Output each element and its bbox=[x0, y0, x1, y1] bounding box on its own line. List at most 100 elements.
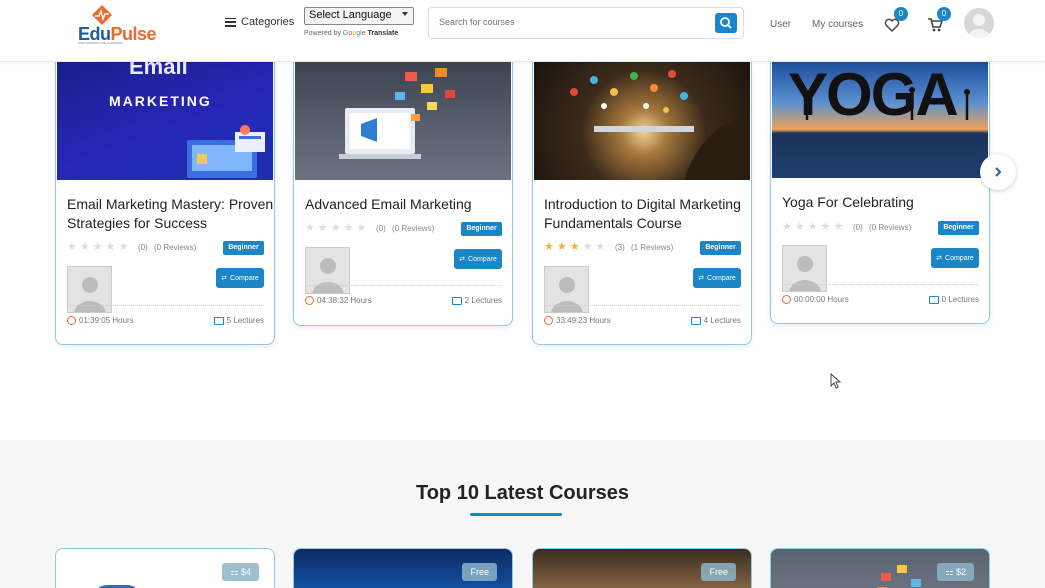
user-avatar[interactable] bbox=[964, 8, 994, 38]
course-title-line: Strategies for Success bbox=[67, 215, 208, 231]
lectures-text: 2 Lectures bbox=[464, 296, 502, 305]
translate-text: Translate bbox=[367, 30, 399, 37]
categories-menu[interactable]: Categories bbox=[225, 16, 294, 28]
clock-icon bbox=[782, 295, 791, 304]
compare-button[interactable]: ⇄ Compare bbox=[454, 249, 502, 269]
search-button[interactable] bbox=[715, 13, 737, 33]
avatar-silhouette-icon bbox=[74, 277, 106, 312]
star-empty-icon: ★ bbox=[595, 241, 606, 253]
compare-button[interactable]: ⇄ Compare bbox=[931, 248, 979, 268]
star-empty-icon: ★ bbox=[330, 222, 341, 234]
carousel-next-button[interactable] bbox=[980, 154, 1016, 190]
price-tag: ⚏ $4 bbox=[222, 563, 259, 581]
duration-text: 33:49:23 Hours bbox=[556, 316, 611, 325]
yoga-silhouettes-icon bbox=[772, 87, 988, 178]
course-title[interactable]: Email Marketing Mastery: Proven Strategi… bbox=[67, 195, 273, 233]
price-tag: Free bbox=[462, 563, 497, 581]
compare-label: Compare bbox=[468, 255, 497, 263]
section-title: Top 10 Latest Courses bbox=[415, 482, 630, 504]
course-thumbnail[interactable] bbox=[295, 62, 511, 180]
my-courses-link[interactable]: My courses bbox=[812, 19, 863, 30]
lectures-text: 4 Lectures bbox=[703, 316, 741, 325]
rating-count: (0) bbox=[376, 224, 386, 233]
course-title-line: Fundamentals Course bbox=[544, 215, 682, 231]
latest-course-card[interactable]: Free bbox=[532, 548, 752, 588]
compare-icon: ⇄ bbox=[221, 275, 228, 282]
reviews-count: (1 Reviews) bbox=[631, 243, 674, 252]
course-card[interactable]: YOGA Yoga For Celebrating ★ ★ ★ ★ ★ (0) (0 R… bbox=[770, 62, 990, 324]
title-underline bbox=[470, 513, 562, 516]
chevron-down-icon bbox=[402, 12, 408, 16]
course-thumbnail[interactable]: YOGA bbox=[772, 62, 988, 178]
duration-text: 01:39:05 Hours bbox=[79, 316, 134, 325]
course-duration: 00:00:00 Hours bbox=[782, 295, 849, 304]
reviews-count: (0 Reviews) bbox=[869, 223, 912, 232]
latest-course-card[interactable]: ⚏ $2 bbox=[770, 548, 990, 588]
star-empty-icon: ★ bbox=[807, 221, 818, 233]
compare-button[interactable]: ⇄ Compare bbox=[216, 268, 264, 288]
lectures-icon bbox=[928, 295, 939, 304]
duration-text: 00:00:00 Hours bbox=[794, 295, 849, 304]
email-illustration-icon bbox=[187, 125, 265, 178]
course-title[interactable]: Yoga For Celebrating bbox=[782, 193, 914, 212]
course-card[interactable]: Advanced Email Marketing ★ ★ ★ ★ ★ (0) (0 Re… bbox=[293, 62, 513, 326]
course-title-line: Advanced Email Marketing bbox=[305, 196, 472, 212]
compare-icon: ⇄ bbox=[936, 255, 943, 262]
language-select[interactable]: Select Language bbox=[304, 7, 414, 25]
course-thumbnail[interactable]: Email MARKETING bbox=[57, 62, 273, 180]
course-title-line: Yoga For Celebrating bbox=[782, 194, 914, 210]
price-tag: Free bbox=[701, 563, 736, 581]
course-thumbnail[interactable] bbox=[534, 62, 750, 180]
edupulse-logo[interactable]: EduPulse EMPOWERING THE LEARNERS bbox=[77, 5, 157, 45]
course-duration: 04:38:32 Hours bbox=[305, 296, 372, 305]
price-tag-icon: ⚏ bbox=[945, 567, 956, 577]
search-icon bbox=[720, 17, 732, 29]
level-badge: Beginner bbox=[461, 222, 502, 236]
lectures-text: 5 Lectures bbox=[226, 316, 264, 325]
star-empty-icon: ★ bbox=[118, 241, 129, 253]
cart-button[interactable]: 0 bbox=[927, 7, 951, 33]
course-lectures: 4 Lectures bbox=[690, 316, 741, 325]
reviews-count: (0 Reviews) bbox=[154, 243, 197, 252]
course-duration: 01:39:05 Hours bbox=[67, 316, 134, 325]
compare-label: Compare bbox=[707, 274, 736, 282]
level-badge: Beginner bbox=[223, 241, 264, 255]
level-badge: Beginner bbox=[700, 241, 741, 255]
course-card[interactable]: Email MARKETING Email Marketing Mastery:… bbox=[55, 62, 275, 345]
course-title[interactable]: Introduction to Digital Marketing Fundam… bbox=[544, 195, 741, 233]
price-text: $4 bbox=[240, 567, 251, 577]
price-tag-icon: ⚏ bbox=[230, 567, 241, 577]
duration-text: 04:38:32 Hours bbox=[317, 296, 372, 305]
level-badge: Beginner bbox=[938, 221, 979, 235]
star-empty-icon: ★ bbox=[305, 222, 315, 234]
compare-icon: ⇄ bbox=[459, 256, 466, 263]
star-empty-icon: ★ bbox=[356, 222, 367, 234]
avatar-silhouette-icon bbox=[789, 256, 821, 291]
wishlist-button[interactable]: 0 bbox=[884, 7, 908, 33]
compare-button[interactable]: ⇄ Compare bbox=[693, 268, 741, 288]
latest-course-card[interactable]: ⚏ $4 bbox=[55, 548, 275, 588]
star-empty-icon: ★ bbox=[820, 221, 831, 233]
latest-course-card[interactable]: Free bbox=[293, 548, 513, 588]
site-header: EduPulse EMPOWERING THE LEARNERS Categor… bbox=[0, 0, 1045, 62]
divider bbox=[67, 305, 264, 306]
search-input[interactable] bbox=[439, 17, 699, 27]
course-duration: 33:49:23 Hours bbox=[544, 316, 611, 325]
search-box bbox=[428, 7, 744, 39]
course-lectures: 2 Lectures bbox=[451, 296, 502, 305]
course-title[interactable]: Advanced Email Marketing bbox=[305, 195, 472, 214]
google-wordmark: Google bbox=[342, 30, 366, 37]
google-translate-credit: Powered by Google Translate bbox=[304, 30, 398, 37]
instructor-avatar[interactable] bbox=[305, 247, 350, 294]
course-card[interactable]: Introduction to Digital Marketing Fundam… bbox=[532, 62, 752, 345]
cart-count-badge: 0 bbox=[937, 7, 951, 21]
star-empty-icon: ★ bbox=[582, 241, 593, 253]
course-title-line: Email Marketing Mastery: Proven bbox=[67, 196, 274, 212]
user-link[interactable]: User bbox=[770, 19, 791, 30]
logo-mark-icon bbox=[92, 5, 112, 25]
course-lectures: 0 Lectures bbox=[928, 295, 979, 304]
star-filled-icon: ★ bbox=[569, 241, 580, 253]
price-text: $2 bbox=[955, 567, 966, 577]
rating-count: (0) bbox=[138, 243, 148, 252]
clock-icon bbox=[544, 316, 553, 325]
